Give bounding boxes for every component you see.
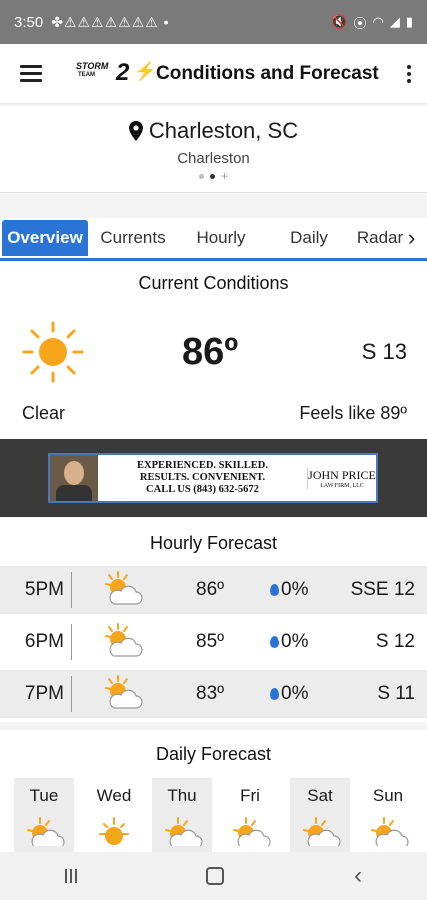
day-column[interactable]: Fri xyxy=(220,778,280,858)
sun-icon xyxy=(22,321,84,383)
mute-icon: 🔇 xyxy=(331,14,348,29)
status-bar: 3:50 ✤⚠⚠⚠⚠⚠⚠⚠ • 🔇 ⦿ ◠ ◢ ▮ xyxy=(0,0,427,44)
ad-text: EXPERIENCED. SKILLED. RESULTS. CONVENIEN… xyxy=(137,460,268,495)
current-wind: S 13 xyxy=(361,339,407,364)
partly-cloudy-icon xyxy=(233,817,271,849)
add-location-icon[interactable]: + xyxy=(221,170,228,182)
day-column[interactable]: Thu xyxy=(152,778,212,858)
storm-team-logo: STORM TEAM 2 ⚡ xyxy=(76,58,157,86)
hour-wind: SSE 12 xyxy=(350,579,415,600)
current-conditions-card: Current Conditions 86º S 13 Clear Feels … xyxy=(0,261,427,439)
partly-cloudy-icon xyxy=(303,817,341,849)
location-pager[interactable]: + xyxy=(0,170,427,182)
day-name: Sat xyxy=(307,786,333,805)
hourly-row[interactable]: 7PM 83º 0% S 11 xyxy=(0,670,427,718)
tab-bar: Overview Currents Hourly Daily Radar › xyxy=(0,218,427,261)
battery-icon: ▮ xyxy=(405,14,413,29)
raindrop-icon xyxy=(270,636,279,648)
hour-precip: 0% xyxy=(281,631,309,652)
hour-time: 5PM xyxy=(24,579,64,600)
hour-time: 6PM xyxy=(24,631,64,652)
location-icon: ⦿ xyxy=(353,15,367,31)
partly-cloudy-icon xyxy=(105,675,143,709)
partly-cloudy-icon xyxy=(105,571,143,605)
hour-wind: S 12 xyxy=(375,631,415,652)
partly-cloudy-icon xyxy=(165,817,203,849)
hourly-row[interactable]: 5PM 86º 0% SSE 12 xyxy=(0,566,427,614)
tab-overview[interactable]: Overview xyxy=(2,220,88,256)
hour-time: 7PM xyxy=(24,683,64,704)
hour-temperature: 85º xyxy=(196,631,225,652)
lightning-icon: ⚡ xyxy=(134,60,157,81)
partly-cloudy-icon xyxy=(371,817,409,849)
day-name: Fri xyxy=(240,786,260,805)
notification-icons: ✤⚠⚠⚠⚠⚠⚠⚠ • xyxy=(51,13,170,30)
sun-icon xyxy=(99,817,129,845)
day-name: Thu xyxy=(167,786,197,805)
more-options-icon[interactable] xyxy=(407,64,411,83)
status-time: 3:50 xyxy=(14,13,44,31)
partly-cloudy-icon xyxy=(105,623,143,657)
day-name: Wed xyxy=(96,786,132,805)
ad-portrait xyxy=(50,455,98,501)
system-nav-bar: ‹ xyxy=(0,852,427,900)
back-icon[interactable]: ‹ xyxy=(354,862,362,890)
partly-cloudy-icon xyxy=(27,817,65,849)
ad-brand: JOHN PRICE LAW FIRM, LLC xyxy=(307,467,376,489)
location-header[interactable]: Charleston, SC Charleston + xyxy=(0,106,427,193)
hourly-forecast-title: Hourly Forecast xyxy=(149,533,278,553)
current-condition: Clear xyxy=(22,403,66,423)
tab-daily[interactable]: Daily xyxy=(264,220,354,256)
signal-icon: ◢ xyxy=(389,14,400,29)
recent-apps-icon[interactable] xyxy=(64,869,77,883)
day-column[interactable]: Wed xyxy=(84,778,144,858)
hour-temperature: 86º xyxy=(196,579,225,600)
hour-precip: 0% xyxy=(281,683,309,704)
current-conditions-title: Current Conditions xyxy=(138,273,289,293)
hour-precip: 0% xyxy=(281,579,309,600)
day-column[interactable]: Sat xyxy=(290,778,350,858)
day-name: Tue xyxy=(29,786,59,805)
menu-icon[interactable] xyxy=(20,65,42,82)
tab-radar[interactable]: Radar xyxy=(354,220,406,256)
daily-forecast-title: Daily Forecast xyxy=(155,744,272,764)
home-icon[interactable] xyxy=(206,867,225,885)
chevron-right-icon[interactable]: › xyxy=(408,225,415,251)
day-name: Sun xyxy=(372,786,404,805)
pager-dot-active[interactable] xyxy=(209,173,215,179)
location-subtitle: Charleston xyxy=(177,150,250,167)
system-icons: 🔇 ⦿ ◠ ◢ ▮ xyxy=(331,13,413,32)
feels-like: Feels like 89º xyxy=(299,403,407,423)
tab-currents[interactable]: Currents xyxy=(88,220,178,256)
location-pin-icon xyxy=(128,121,143,141)
day-column[interactable]: Tue xyxy=(14,778,74,858)
day-column[interactable]: Sun xyxy=(358,778,418,858)
app-title: Conditions and Forecast xyxy=(156,62,379,84)
app-bar: STORM TEAM 2 ⚡ Conditions and Forecast xyxy=(0,44,427,104)
tab-hourly[interactable]: Hourly xyxy=(178,220,264,256)
raindrop-icon xyxy=(270,584,279,596)
current-temperature: 86º xyxy=(182,331,239,373)
pager-dot[interactable] xyxy=(198,173,204,179)
hour-temperature: 83º xyxy=(196,683,225,704)
hourly-forecast-card: Hourly Forecast 5PM 86º 0% SSE 12 6PM 85… xyxy=(0,518,427,722)
hourly-row[interactable]: 6PM 85º 0% S 12 xyxy=(0,618,427,666)
hour-wind: S 11 xyxy=(377,683,415,704)
wifi-icon: ◠ xyxy=(372,14,384,29)
raindrop-icon xyxy=(270,688,279,700)
advertisement-banner[interactable]: EXPERIENCED. SKILLED. RESULTS. CONVENIEN… xyxy=(48,453,378,503)
location-name: Charleston, SC xyxy=(148,118,299,143)
